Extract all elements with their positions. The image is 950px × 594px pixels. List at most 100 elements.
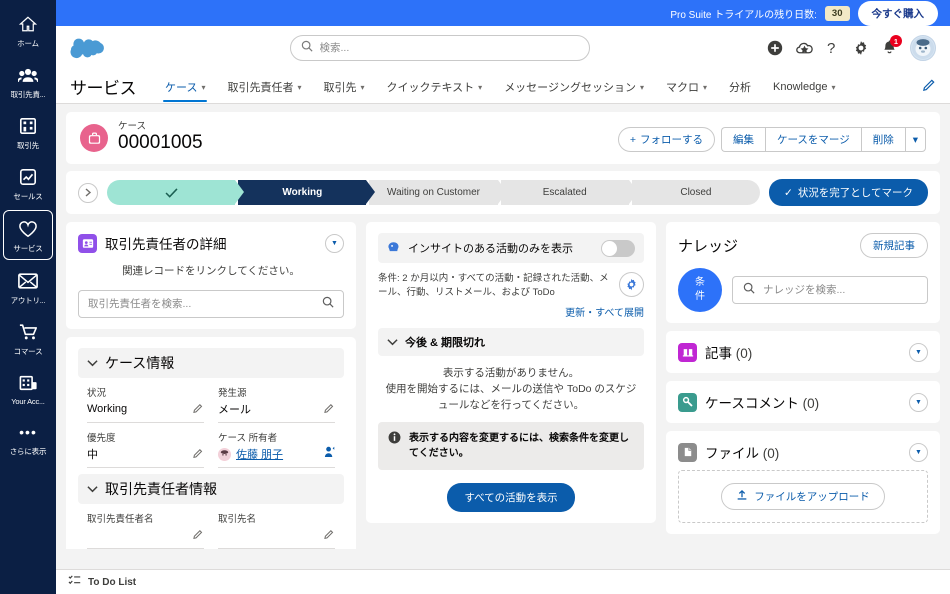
search-icon [301,39,313,57]
contact-info-section-header[interactable]: 取引先責任者情報 [78,474,344,504]
path-step-closed[interactable]: Closed [631,180,760,205]
svg-text:?: ? [827,40,835,56]
chevron-down-icon[interactable]: ▾ [831,83,835,92]
chevron-down-icon[interactable]: ▼ [325,233,344,253]
case-info-section-header[interactable]: ケース情報 [78,348,344,378]
tab-knowledge[interactable]: Knowledge ▾ [762,73,846,100]
path-step-working[interactable]: Working [238,180,376,205]
chevron-down-icon[interactable]: ▾ [703,83,707,92]
einstein-insight-icon [387,239,401,257]
tab-macros[interactable]: マクロ ▾ [655,71,718,102]
rail-item-commerce[interactable]: コマース [3,314,53,362]
tab-accounts[interactable]: 取引先 ▾ [312,71,375,102]
follow-label: フォローする [639,134,703,146]
rail-item-accounts[interactable]: 取引先 [3,108,53,156]
buy-now-button[interactable]: 今すぐ購入 [857,0,938,26]
edit-button[interactable]: 編集 [720,127,765,152]
activity-info-box: 表示する内容を変更するには、検索条件を変更してください。 [378,422,644,470]
knowledge-search-box[interactable] [732,276,928,304]
card-header[interactable]: ファイル (0) ▼ [678,442,928,462]
pencil-icon[interactable] [193,445,204,463]
chevron-down-icon[interactable]: ▼ [909,342,928,362]
rail-label: 取引先責... [10,90,46,99]
path-step-escalated[interactable]: Escalated [500,180,639,205]
rail-item-contacts[interactable]: 取引先責... [3,57,53,105]
contact-lookup-field[interactable] [78,290,344,318]
chevron-down-icon[interactable]: ▾ [640,83,644,92]
insights-toggle-switch[interactable] [601,239,635,257]
card-title: 取引先責任者の詳細 [105,237,227,252]
tab-messaging-sessions[interactable]: メッセージングセッション ▾ [493,71,655,102]
path-step-waiting-on-customer[interactable]: Waiting on Customer [369,180,507,205]
notifications-bell-icon[interactable]: 1 [882,35,902,56]
chevron-down-icon[interactable]: ▼ [909,442,928,462]
salesforce-cloud-logo[interactable] [70,36,112,60]
file-drop-zone[interactable]: ファイルをアップロード [678,470,928,523]
knowledge-card: ナレッジ 新規記事 条 件 [666,222,940,323]
tab-cases[interactable]: ケース ▾ [154,71,216,102]
user-avatar[interactable] [910,35,936,61]
card-title: 記事 (0) [705,342,752,362]
tab-quick-text[interactable]: クイックテキスト ▾ [376,71,494,102]
tab-contacts[interactable]: 取引先責任者 ▾ [216,71,312,102]
field-value: 中 [87,449,98,461]
path-component: Working Waiting on Customer Escalated Cl… [66,171,940,214]
case-owner-link[interactable]: 佐藤 朋子 [236,446,283,462]
pencil-icon[interactable] [193,526,204,544]
global-search-input[interactable] [319,42,579,54]
chevron-down-icon[interactable]: ▼ [909,392,928,412]
merge-cases-button[interactable]: ケースをマージ [764,127,861,152]
todo-list-button[interactable]: To Do List [88,577,136,588]
card-header[interactable]: ケースコメント (0) ▼ [678,392,928,412]
help-question-icon[interactable]: ? [826,40,840,56]
more-dots-icon: ••• [19,424,37,440]
new-article-button[interactable]: 新規記事 [860,233,928,258]
chevron-down-icon[interactable]: ▾ [201,83,205,92]
path-steps: Working Waiting on Customer Escalated Cl… [107,180,760,205]
mark-status-complete-button[interactable]: ✓ 状況を完了としてマーク [769,179,928,206]
field-account-name: 取引先名 [218,510,335,549]
refresh-link[interactable]: 更新 [565,308,585,319]
tab-analytics[interactable]: 分析 [718,71,762,102]
card-header[interactable]: 記事 (0) ▼ [678,342,928,362]
chevron-down-icon [87,480,98,498]
pencil-icon[interactable] [193,400,204,418]
plus-icon[interactable] [767,40,783,56]
contact-details-card: 取引先責任者の詳細 ▼ 関連レコードをリンクしてください。 [66,222,356,329]
rail-item-show-more[interactable]: ••• さらに表示 [3,414,53,462]
rail-item-your-account[interactable]: Your Acc... [3,365,53,411]
rail-label: サービス [13,244,43,253]
rail-item-home[interactable]: ホーム [3,6,53,54]
show-all-activities-button[interactable]: すべての活動を表示 [447,483,575,512]
path-step-completed[interactable] [107,180,245,205]
expand-all-link[interactable]: すべて展開 [595,308,644,319]
pencil-icon[interactable] [923,78,936,96]
rail-item-sales[interactable]: セールス [3,159,53,207]
chevron-down-icon[interactable]: ▾ [360,83,364,92]
record-button-group: 編集 ケースをマージ 削除 ▾ [720,127,926,152]
follow-button[interactable]: + フォローする [617,127,715,152]
path-expand-toggle[interactable] [78,182,98,203]
check-icon: ✓ [784,186,793,199]
change-owner-icon[interactable] [324,445,335,463]
rail-item-service[interactable]: サービス [3,210,53,260]
case-comments-count: (0) [802,396,820,411]
upcoming-overdue-section-header[interactable]: 今後 & 期限切れ [378,328,644,356]
contact-search-input[interactable] [88,298,315,310]
gear-icon[interactable] [619,272,644,297]
global-search-box[interactable] [289,35,590,61]
upload-files-button[interactable]: ファイルをアップロード [721,483,885,510]
chevron-down-icon[interactable]: ▾ [297,83,301,92]
knowledge-filter-button[interactable]: 条 件 [678,268,722,312]
more-actions-dropdown[interactable]: ▾ [904,127,926,152]
knowledge-search-input[interactable] [763,284,917,296]
rail-item-outreach[interactable]: アウトリ... [3,263,53,311]
search-icon[interactable] [322,295,334,313]
favorites-cloud-icon[interactable] [796,41,813,56]
pencil-icon[interactable] [324,400,335,418]
setup-gear-icon[interactable] [853,40,869,56]
chevron-down-icon[interactable]: ▾ [478,83,482,92]
global-search-wrap [112,35,767,61]
delete-button[interactable]: 削除 [860,127,905,152]
pencil-icon[interactable] [324,526,335,544]
